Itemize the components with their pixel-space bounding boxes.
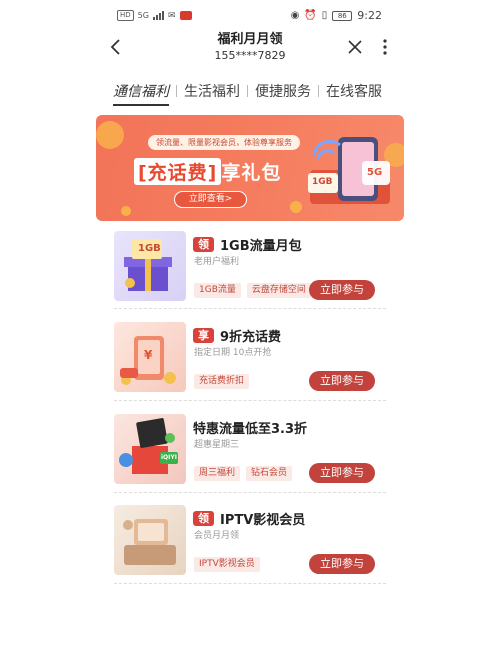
divider bbox=[114, 308, 386, 309]
card-desc: 老用户福利 bbox=[194, 257, 240, 267]
gift-box-icon bbox=[124, 239, 172, 291]
join-button[interactable]: 立即参与 bbox=[309, 554, 375, 574]
tab-divider bbox=[176, 85, 177, 97]
banner-view-button[interactable]: 立即查看> bbox=[174, 191, 247, 208]
card-art-label: ¥ bbox=[144, 348, 153, 362]
card-title: 特惠流量低至3.3折 bbox=[193, 418, 307, 437]
card-desc: 会员月月领 bbox=[194, 531, 240, 541]
tab-life-benefits[interactable]: 生活福利 bbox=[184, 81, 240, 101]
card-tags: 1GB流量 云盘存储空间 bbox=[194, 283, 311, 298]
alarm-icon: ⏰ bbox=[304, 10, 317, 21]
tab-divider bbox=[247, 85, 248, 97]
tab-divider bbox=[318, 85, 319, 97]
notification-icon bbox=[179, 11, 192, 20]
card-desc: 超惠星期三 bbox=[194, 440, 240, 450]
card-tags: 充话费折扣 bbox=[194, 374, 250, 389]
battery-icon: 86 bbox=[332, 10, 353, 21]
tag: 钻石会员 bbox=[246, 466, 293, 481]
card-art-label: 1GB bbox=[138, 243, 161, 254]
badge-enjoy: 享 bbox=[193, 328, 214, 343]
eye-icon: ◉ bbox=[290, 10, 300, 21]
tag: IPTV影视会员 bbox=[194, 557, 260, 572]
card-tags: 周三福利 钻石会员 bbox=[194, 466, 293, 481]
card-thumbnail bbox=[114, 505, 186, 575]
tag: 1GB流量 bbox=[194, 283, 241, 298]
card-title: 享 9折充话费 bbox=[193, 326, 281, 345]
divider bbox=[114, 492, 386, 493]
tag: 充话费折扣 bbox=[194, 374, 250, 389]
banner-5g-label: 5G bbox=[367, 167, 383, 178]
status-bar: HD 5G ✉ ◉ ⏰ ▯ 86 9:22 bbox=[0, 0, 500, 32]
banner-pill: 领流量、限量影视会员，体验尊享服务 bbox=[148, 135, 300, 150]
card-title-text: IPTV影视会员 bbox=[220, 513, 306, 528]
divider bbox=[114, 583, 386, 584]
tag: 周三福利 bbox=[194, 466, 241, 481]
close-icon[interactable] bbox=[347, 39, 363, 55]
join-button[interactable]: 立即参与 bbox=[309, 280, 375, 300]
vibrate-icon: ▯ bbox=[321, 10, 328, 21]
status-right: ◉ ⏰ ▯ 86 9:22 bbox=[291, 9, 382, 22]
banner-title-rest: 享礼包 bbox=[221, 162, 282, 184]
badge-claim: 领 bbox=[193, 237, 214, 252]
tab-bar: 通信福利 生活福利 便捷服务 在线客服 bbox=[113, 78, 403, 106]
card-thumbnail: iQIYI bbox=[114, 414, 186, 484]
list-item[interactable]: ¥ 享 9折充话费 指定日期 10点开抢 充话费折扣 立即参与 bbox=[114, 322, 386, 394]
join-button[interactable]: 立即参与 bbox=[309, 371, 375, 391]
list-item[interactable]: 领 IPTV影视会员 会员月月领 IPTV影视会员 立即参与 bbox=[114, 505, 386, 577]
card-title: 领 IPTV影视会员 bbox=[193, 509, 305, 528]
badge-claim: 领 bbox=[193, 511, 214, 526]
tv-icon bbox=[123, 519, 176, 565]
banner-title: [充话费] 享礼包 bbox=[134, 158, 281, 185]
wifi-icon: ✉ bbox=[167, 10, 176, 21]
video-gift-icon bbox=[119, 418, 178, 474]
tab-online-support[interactable]: 在线客服 bbox=[326, 81, 382, 101]
card-title-text: 9折充话费 bbox=[220, 330, 282, 345]
card-title-text: 特惠流量低至3.3折 bbox=[193, 422, 308, 437]
join-button[interactable]: 立即参与 bbox=[309, 463, 375, 483]
clock: 9:22 bbox=[357, 9, 382, 22]
card-title: 领 1GB流量月包 bbox=[193, 235, 302, 254]
card-thumbnail: ¥ bbox=[114, 322, 186, 392]
list-item[interactable]: 1GB 领 1GB流量月包 老用户福利 1GB流量 云盘存储空间 立即参与 bbox=[114, 231, 386, 303]
phone-number: 155****7829 bbox=[214, 49, 286, 62]
title-block: 福利月月领 155****7829 bbox=[200, 32, 300, 64]
divider bbox=[114, 400, 386, 401]
list-item[interactable]: iQIYI 特惠流量低至3.3折 超惠星期三 周三福利 钻石会员 立即参与 bbox=[114, 414, 386, 486]
header: 福利月月领 155****7829 bbox=[0, 32, 500, 66]
banner-title-highlight: [充话费] bbox=[134, 158, 222, 185]
card-art-label: iQIYI bbox=[161, 454, 177, 461]
card-thumbnail: 1GB bbox=[114, 231, 186, 301]
page-title: 福利月月领 bbox=[217, 32, 283, 47]
tab-convenient-services[interactable]: 便捷服务 bbox=[255, 81, 311, 101]
hd-badge: HD bbox=[117, 10, 134, 21]
card-desc: 指定日期 10点开抢 bbox=[194, 348, 272, 358]
chevron-left-icon[interactable] bbox=[109, 38, 123, 56]
signal-icon bbox=[152, 11, 164, 20]
card-title-text: 1GB流量月包 bbox=[220, 239, 302, 254]
tab-telecom-benefits[interactable]: 通信福利 bbox=[113, 81, 169, 106]
card-tags: IPTV影视会员 bbox=[194, 557, 260, 572]
tag: 云盘存储空间 bbox=[246, 283, 311, 298]
status-left: HD 5G ✉ bbox=[117, 10, 192, 21]
promo-banner[interactable]: 领流量、限量影视会员，体验尊享服务 [充话费] 享礼包 立即查看> 1GB 5G bbox=[96, 115, 404, 221]
more-vertical-icon[interactable] bbox=[380, 38, 390, 56]
banner-1gb-label: 1GB bbox=[312, 177, 333, 187]
network-label: 5G bbox=[137, 11, 149, 20]
